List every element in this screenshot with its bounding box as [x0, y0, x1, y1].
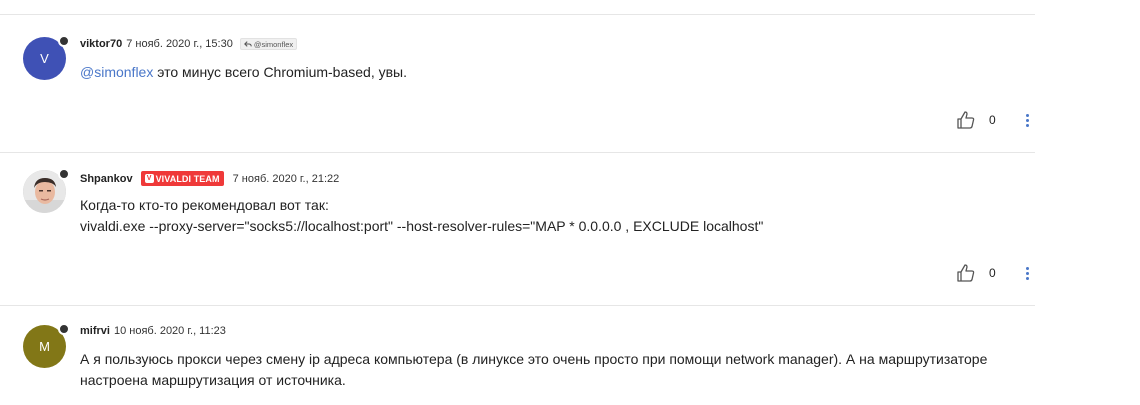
post-text-line: настроена маршрутизация от источника.	[80, 372, 346, 388]
avatar-letter: V	[40, 51, 49, 66]
post-menu-button[interactable]	[1023, 112, 1031, 128]
status-dot	[58, 168, 70, 180]
username[interactable]: mifrvi	[80, 325, 110, 337]
post-content: А я пользуюсь прокси через смену ip адре…	[80, 349, 987, 391]
post-actions: 0	[955, 262, 1031, 284]
avatar-letter: M	[39, 339, 50, 354]
more-vertical-icon	[1025, 113, 1029, 117]
vote-count: 0	[989, 266, 996, 280]
timestamp[interactable]: 10 нояб. 2020 г., 11:23	[114, 325, 226, 337]
timestamp[interactable]: 7 нояб. 2020 г., 21:22	[233, 173, 340, 185]
post-content: Когда-то кто-то рекомендовал вот так: vi…	[80, 195, 763, 237]
post-text-line: vivaldi.exe --proxy-server="socks5://loc…	[80, 218, 764, 234]
avatar[interactable]	[23, 168, 70, 213]
post: V viktor70 7 нояб. 2020 г., 15:30 @simon…	[0, 0, 1035, 152]
post-meta: Shpankov V VIVALDI TEAM 7 нояб. 2020 г.,…	[80, 171, 339, 186]
post: M mifrvi 10 нояб. 2020 г., 11:23 А я пол…	[0, 305, 1035, 405]
reply-to-chip[interactable]: @simonflex	[239, 38, 298, 50]
post-text-line: Когда-то кто-то рекомендовал вот так:	[80, 197, 329, 213]
reply-icon	[243, 41, 252, 47]
reply-to-user: @simonflex	[253, 39, 294, 49]
upvote-button[interactable]	[955, 262, 977, 284]
thumbs-up-icon	[957, 111, 975, 129]
upvote-button[interactable]	[955, 109, 977, 131]
more-vertical-icon	[1025, 266, 1029, 270]
status-dot	[58, 35, 70, 47]
mention-link[interactable]: @simonflex	[80, 64, 153, 80]
vivaldi-logo-icon: V	[144, 174, 154, 183]
username[interactable]: Shpankov	[80, 173, 133, 185]
username[interactable]: viktor70	[80, 38, 122, 50]
post: Shpankov V VIVALDI TEAM 7 нояб. 2020 г.,…	[0, 152, 1035, 305]
team-badge[interactable]: V VIVALDI TEAM	[140, 171, 224, 186]
post-text-line: А я пользуюсь прокси через смену ip адре…	[80, 351, 988, 367]
badge-label: VIVALDI TEAM	[155, 173, 220, 184]
avatar[interactable]: V	[23, 35, 70, 80]
post-menu-button[interactable]	[1023, 265, 1031, 281]
thumbs-up-icon	[957, 264, 975, 282]
avatar[interactable]: M	[23, 323, 70, 368]
post-meta: mifrvi 10 нояб. 2020 г., 11:23	[80, 325, 226, 337]
post-text: это минус всего Chromium-based, увы.	[153, 64, 407, 80]
status-dot	[58, 323, 70, 335]
post-content: @simonflex это минус всего Chromium-base…	[80, 62, 407, 83]
post-meta: viktor70 7 нояб. 2020 г., 15:30 @simonfl…	[80, 38, 298, 50]
timestamp[interactable]: 7 нояб. 2020 г., 15:30	[126, 38, 233, 50]
post-actions: 0	[955, 109, 1031, 131]
vote-count: 0	[989, 113, 996, 127]
